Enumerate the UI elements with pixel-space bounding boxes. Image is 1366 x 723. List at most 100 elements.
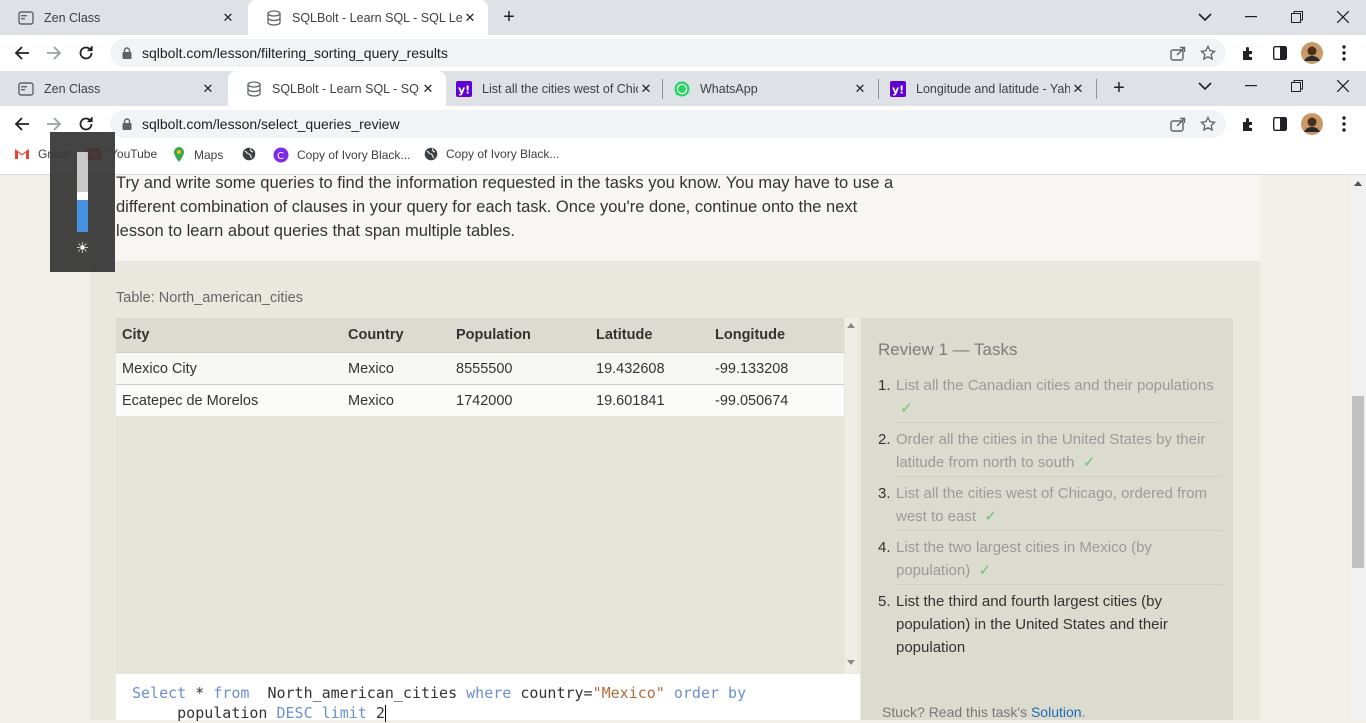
canva-icon: C xyxy=(273,147,289,163)
page-scroll-thumb[interactable] xyxy=(1352,396,1364,568)
reload-icon[interactable] xyxy=(74,41,98,65)
extensions-icon[interactable] xyxy=(1236,41,1260,65)
sql-keyword: DESC xyxy=(276,704,313,722)
tab-zen-class-back[interactable]: Zen Class ✕ xyxy=(0,0,246,35)
menu-kebab-icon[interactable] xyxy=(1332,112,1356,136)
sql-keyword: Select xyxy=(132,684,187,702)
task-text: List all the cities west of Chicago, ord… xyxy=(896,485,1207,525)
bookmark-star-icon[interactable] xyxy=(1200,116,1216,132)
intro-line: lesson to learn about queries that span … xyxy=(116,222,515,240)
side-panel-icon[interactable] xyxy=(1268,112,1292,136)
svg-text:y!: y! xyxy=(458,83,470,96)
close-tab-icon[interactable]: ✕ xyxy=(462,10,478,26)
maps-icon xyxy=(172,147,186,163)
minimize-icon[interactable] xyxy=(1240,6,1262,28)
new-tab-icon[interactable]: + xyxy=(1108,77,1130,99)
solution-link[interactable]: Solution xyxy=(1031,704,1082,720)
extensions-icon[interactable] xyxy=(1236,112,1260,136)
task-number: 4. xyxy=(878,539,891,556)
table-cell: Mexico City xyxy=(116,352,342,385)
close-tab-icon[interactable]: ✕ xyxy=(200,81,216,97)
profile-avatar-icon[interactable] xyxy=(1300,41,1324,65)
brightness-level-fill xyxy=(77,200,88,232)
close-tab-icon[interactable]: ✕ xyxy=(852,81,868,97)
close-window-icon[interactable] xyxy=(1332,6,1354,28)
task-number: 1. xyxy=(878,377,891,394)
scroll-up-arrow-icon[interactable] xyxy=(1354,180,1362,186)
address-bar[interactable]: sqlbolt.com/lesson/select_queries_review xyxy=(110,110,1226,138)
tab-search-chevron-icon[interactable] xyxy=(1194,6,1216,28)
share-icon[interactable] xyxy=(1170,45,1186,61)
profile-avatar-icon[interactable] xyxy=(1300,112,1324,136)
bookmarks-bar: Gmail YouTube Maps C Copy of Ivory Black… xyxy=(0,138,1366,175)
check-icon: ✓ xyxy=(1082,454,1096,471)
table-cell: 1742000 xyxy=(450,384,590,416)
restore-icon[interactable] xyxy=(1286,75,1308,97)
task-number: 2. xyxy=(878,431,891,448)
side-panel-icon[interactable] xyxy=(1268,41,1292,65)
url-text: sqlbolt.com/lesson/select_queries_review xyxy=(142,116,400,132)
table-header-row: City Country Population Latitude Longitu… xyxy=(116,318,844,353)
menu-kebab-icon[interactable] xyxy=(1332,41,1356,65)
sql-token: 2 xyxy=(375,704,385,722)
task-divider xyxy=(896,422,1223,423)
bookmark-canva-copy[interactable]: C Copy of Ivory Black... xyxy=(273,147,410,163)
close-tab-icon[interactable]: ✕ xyxy=(1070,81,1086,97)
new-tab-icon[interactable]: + xyxy=(498,6,520,28)
lock-icon xyxy=(122,118,132,130)
close-tab-icon[interactable]: ✕ xyxy=(638,81,654,97)
bookmark-maps[interactable]: Maps xyxy=(172,147,223,163)
forward-arrow-icon[interactable] xyxy=(42,41,66,65)
restore-icon[interactable] xyxy=(1286,6,1308,28)
table-cell: -99.133208 xyxy=(709,352,844,385)
intro-line: different combination of clauses in your… xyxy=(116,198,858,216)
sql-keyword: order by xyxy=(673,684,747,702)
sql-query-text[interactable]: Select * from North_american_cities wher… xyxy=(132,683,746,723)
share-icon[interactable] xyxy=(1170,116,1186,132)
scroll-up-arrow-icon[interactable] xyxy=(847,322,855,328)
table-row: Mexico City Mexico 8555500 19.432608 -99… xyxy=(116,352,844,385)
address-bar[interactable]: sqlbolt.com/lesson/filtering_sorting_que… xyxy=(110,39,1226,67)
tab-yahoo-chicago[interactable]: y! List all the cities west of Chicago ✕ xyxy=(446,71,662,106)
tab-sqlbolt-review[interactable]: SQLBolt - Learn SQL - SQL Review ✕ xyxy=(228,71,446,106)
tab-yahoo-longitude[interactable]: y! Longitude and latitude - Yahoo ✕ xyxy=(880,71,1096,106)
close-window-icon[interactable] xyxy=(1332,75,1354,97)
svg-text:y!: y! xyxy=(892,83,904,96)
tab-sqlbolt-back[interactable]: SQLBolt - Learn SQL - SQL Lesson ✕ xyxy=(248,0,488,35)
tab-zen-class[interactable]: Zen Class ✕ xyxy=(0,71,226,106)
tab-search-chevron-icon[interactable] xyxy=(1194,75,1216,97)
results-scrollbar[interactable] xyxy=(845,318,857,674)
task-divider xyxy=(896,530,1223,531)
brightness-knob[interactable] xyxy=(77,192,88,200)
yahoo-icon: y! xyxy=(890,80,906,97)
results-table: City Country Population Latitude Longitu… xyxy=(116,318,844,416)
task-item: 1. List all the Canadian cities and thei… xyxy=(878,374,1223,420)
bookmark-star-icon[interactable] xyxy=(1200,45,1216,61)
tab-whatsapp[interactable]: WhatsApp ✕ xyxy=(664,71,878,106)
tab-label: SQLBolt - Learn SQL - SQL Lesson xyxy=(292,10,462,25)
scroll-down-arrow-icon[interactable] xyxy=(847,660,855,666)
tab-label: List all the cities west of Chicago xyxy=(482,81,638,96)
bookmark-ivory-copy[interactable]: Copy of Ivory Black... xyxy=(424,147,559,161)
task-divider xyxy=(896,584,1223,585)
zen-class-favicon-icon xyxy=(18,81,34,97)
tab-label: Longitude and latitude - Yahoo xyxy=(916,81,1070,96)
whatsapp-icon xyxy=(674,81,690,97)
table-cell: 8555500 xyxy=(450,352,590,385)
tab-separator xyxy=(878,79,879,99)
back-arrow-icon[interactable] xyxy=(10,112,34,136)
back-tab-strip: Zen Class ✕ SQLBolt - Learn SQL - SQL Le… xyxy=(0,0,1366,35)
database-icon xyxy=(266,9,282,26)
bookmark-globe[interactable] xyxy=(242,147,264,161)
task-text: List all the Canadian cities and their p… xyxy=(896,377,1214,394)
close-tab-icon[interactable]: ✕ xyxy=(420,81,436,97)
table-row: Ecatepec de Morelos Mexico 1742000 19.60… xyxy=(116,384,844,416)
task-text: List the third and fourth largest cities… xyxy=(896,593,1168,656)
column-header: Latitude xyxy=(590,318,709,353)
table-cell: -99.050674 xyxy=(709,384,844,416)
task-item: 2. Order all the cities in the United St… xyxy=(878,428,1223,474)
sql-token: country= xyxy=(520,684,593,702)
back-arrow-icon[interactable] xyxy=(10,41,34,65)
minimize-icon[interactable] xyxy=(1240,75,1262,97)
close-tab-icon[interactable]: ✕ xyxy=(220,10,236,26)
